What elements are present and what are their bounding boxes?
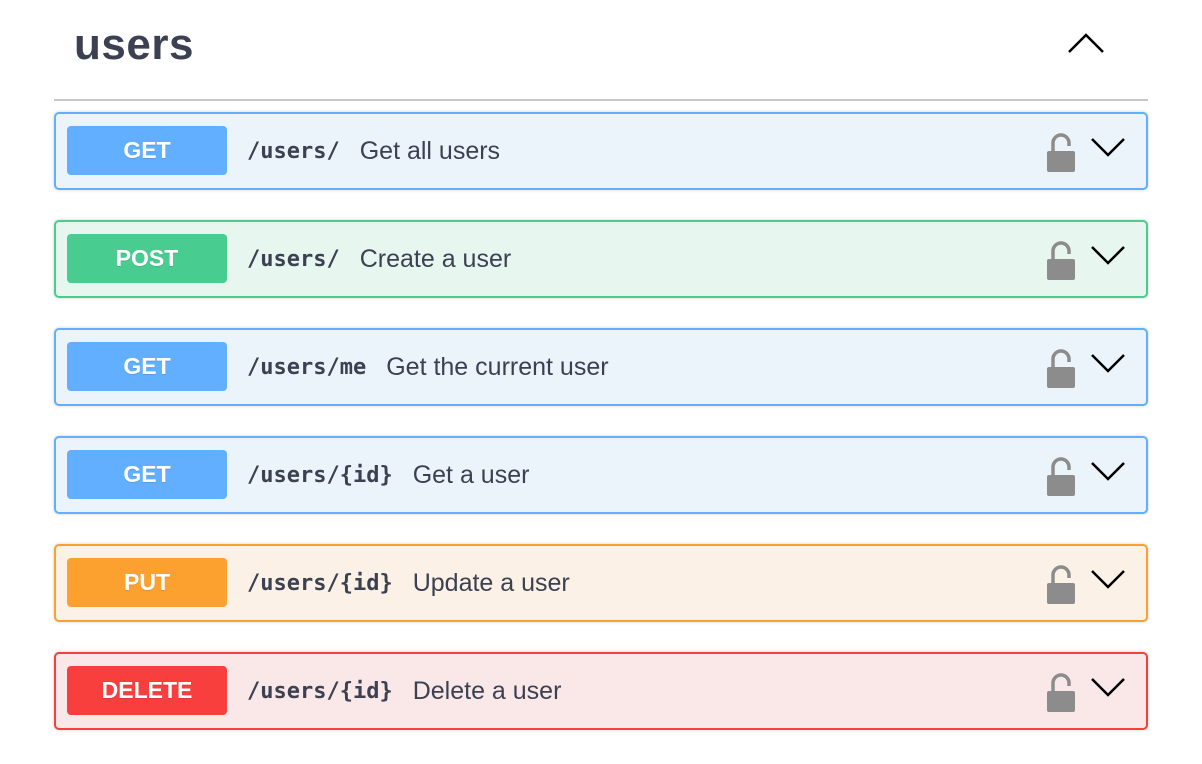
tag-header-users[interactable]: users (54, 0, 1148, 101)
method-badge: POST (67, 233, 227, 283)
expand-operation-button[interactable] (1088, 127, 1128, 167)
operation-summary: Get all users (359, 136, 501, 165)
operation-summary: Get the current user (386, 352, 609, 381)
lock-open-icon (1047, 565, 1075, 604)
method-badge: GET (67, 341, 227, 391)
operation-path: /users/me (247, 354, 367, 380)
operation-put-user-by-id[interactable]: PUT /users/{id} Update a user (54, 544, 1148, 622)
users-tag-section: users GET /users/ Get all users POST /us… (54, 0, 1148, 730)
authorize-button[interactable] (1044, 561, 1078, 605)
chevron-down-icon (1091, 462, 1125, 481)
authorize-button[interactable] (1044, 237, 1078, 281)
authorize-button[interactable] (1044, 129, 1078, 173)
operation-path: /users/{id} (247, 462, 393, 488)
operation-path: /users/ (247, 138, 340, 164)
operation-get-users-me[interactable]: GET /users/me Get the current user (54, 328, 1148, 406)
authorize-button[interactable] (1044, 453, 1078, 497)
chevron-down-icon (1091, 246, 1125, 265)
authorize-button[interactable] (1044, 669, 1078, 713)
operation-path: /users/{id} (247, 678, 393, 704)
lock-open-icon (1047, 457, 1075, 496)
expand-operation-button[interactable] (1088, 667, 1128, 707)
operation-summary: Delete a user (412, 676, 562, 705)
lock-open-icon (1047, 673, 1075, 712)
chevron-down-icon (1091, 678, 1125, 697)
method-badge: PUT (67, 557, 227, 607)
tag-title: users (74, 19, 194, 69)
operation-summary: Update a user (412, 568, 570, 597)
expand-operation-button[interactable] (1088, 235, 1128, 275)
chevron-down-icon (1091, 138, 1125, 157)
collapse-section-button[interactable] (1056, 23, 1116, 63)
chevron-up-icon (1068, 32, 1104, 53)
lock-open-icon (1047, 133, 1075, 172)
operation-delete-user-by-id[interactable]: DELETE /users/{id} Delete a user (54, 652, 1148, 730)
lock-open-icon (1047, 241, 1075, 280)
operation-summary: Get a user (412, 460, 530, 489)
operation-path: /users/ (247, 246, 340, 272)
authorize-button[interactable] (1044, 345, 1078, 389)
lock-open-icon (1047, 349, 1075, 388)
chevron-down-icon (1091, 354, 1125, 373)
operation-path: /users/{id} (247, 570, 393, 596)
operation-summary: Create a user (359, 244, 512, 273)
method-badge: GET (67, 125, 227, 175)
chevron-down-icon (1091, 570, 1125, 589)
operation-get-user-by-id[interactable]: GET /users/{id} Get a user (54, 436, 1148, 514)
operation-get-users[interactable]: GET /users/ Get all users (54, 112, 1148, 190)
operation-post-users[interactable]: POST /users/ Create a user (54, 220, 1148, 298)
expand-operation-button[interactable] (1088, 343, 1128, 383)
method-badge: GET (67, 449, 227, 499)
method-badge: DELETE (67, 665, 227, 715)
expand-operation-button[interactable] (1088, 451, 1128, 491)
expand-operation-button[interactable] (1088, 559, 1128, 599)
